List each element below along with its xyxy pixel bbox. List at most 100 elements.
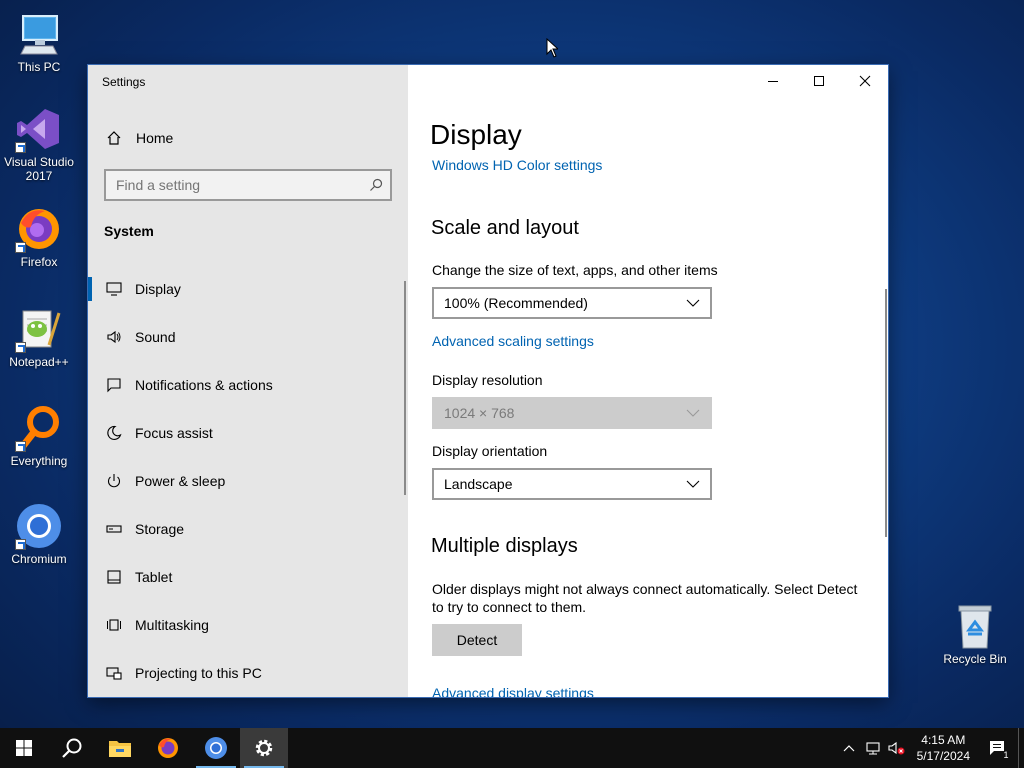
resolution-label: Display resolution <box>432 372 543 388</box>
action-center-button[interactable]: 1 <box>978 728 1018 768</box>
show-desktop-button[interactable] <box>1018 728 1024 768</box>
caption-buttons <box>750 65 888 97</box>
sidebar-nav: Display Sound Notifications & actions Fo… <box>88 265 408 697</box>
orientation-value: Landscape <box>444 476 513 492</box>
scale-label: Change the size of text, apps, and other… <box>432 262 718 278</box>
close-button[interactable] <box>842 65 888 97</box>
taskbar-search-button[interactable] <box>48 728 96 768</box>
chevron-down-icon <box>686 299 700 307</box>
taskbar-clock[interactable]: 4:15 AM 5/17/2024 <box>917 732 970 764</box>
sidebar-item-notifications[interactable]: Notifications & actions <box>88 361 408 409</box>
desktop-icon-firefox[interactable]: Firefox <box>0 205 78 269</box>
sidebar-item-label: Display <box>135 281 181 297</box>
sidebar-item-multitasking[interactable]: Multitasking <box>88 601 408 649</box>
desktop-icon-notepadpp[interactable]: Notepad++ <box>0 305 78 369</box>
volume-muted-icon <box>888 741 905 755</box>
recycle-bin-icon <box>951 602 999 650</box>
chromium-icon <box>205 737 227 759</box>
sidebar-item-label: Projecting to this PC <box>135 665 262 681</box>
sidebar-home[interactable]: Home <box>88 125 408 151</box>
settings-window: Settings Home System Display <box>88 65 888 697</box>
search-icon[interactable] <box>362 178 390 192</box>
gear-icon <box>255 739 273 757</box>
show-hidden-icons-button[interactable] <box>837 728 861 768</box>
settings-sidebar: Settings Home System Display <box>88 65 408 697</box>
tablet-icon <box>103 569 125 585</box>
desktop-icon-chromium[interactable]: Chromium <box>0 502 78 566</box>
detect-button[interactable]: Detect <box>432 624 522 656</box>
taskbar-chromium[interactable] <box>192 728 240 768</box>
home-label: Home <box>136 130 174 146</box>
scale-layout-heading: Scale and layout <box>431 217 579 239</box>
sidebar-item-label: Storage <box>135 521 185 537</box>
advanced-scaling-link[interactable]: Advanced scaling settings <box>432 333 594 349</box>
shortcut-arrow-icon <box>15 539 26 550</box>
sidebar-item-sound[interactable]: Sound <box>88 313 408 361</box>
settings-content: Display Windows HD Color settings Scale … <box>408 65 888 697</box>
system-tray: 4:15 AM 5/17/2024 1 <box>837 728 1024 768</box>
sidebar-item-focus-assist[interactable]: Focus assist <box>88 409 408 457</box>
advanced-display-link[interactable]: Advanced display settings <box>432 685 594 697</box>
sidebar-item-power-sleep[interactable]: Power & sleep <box>88 457 408 505</box>
sidebar-item-display[interactable]: Display <box>88 265 408 313</box>
chevron-down-icon <box>686 480 700 488</box>
storage-icon <box>103 521 125 537</box>
scale-dropdown[interactable]: 100% (Recommended) <box>432 287 712 319</box>
sidebar-item-label: Focus assist <box>135 425 213 441</box>
search-box[interactable] <box>104 169 392 201</box>
multiple-displays-heading: Multiple displays <box>431 535 578 557</box>
folder-icon <box>109 741 131 757</box>
shortcut-arrow-icon <box>15 342 26 353</box>
sidebar-group-title: System <box>104 223 154 239</box>
sidebar-item-storage[interactable]: Storage <box>88 505 408 553</box>
projecting-icon <box>103 665 125 681</box>
desktop-icon-visual-studio[interactable]: Visual Studio 2017 <box>0 105 78 183</box>
desktop-icon-this-pc[interactable]: This PC <box>0 10 78 74</box>
resolution-value: 1024 × 768 <box>444 405 515 421</box>
network-icon <box>866 742 880 755</box>
taskbar-file-explorer[interactable] <box>96 728 144 768</box>
volume-button[interactable] <box>885 728 909 768</box>
windows-logo-icon <box>16 740 32 756</box>
taskbar: 4:15 AM 5/17/2024 1 <box>0 728 1024 768</box>
start-button[interactable] <box>0 728 48 768</box>
home-icon <box>104 130 124 146</box>
sidebar-item-label: Tablet <box>135 569 173 585</box>
firefox-icon <box>15 205 63 253</box>
search-icon <box>62 738 82 758</box>
shortcut-arrow-icon <box>15 441 26 452</box>
content-scrollbar[interactable] <box>885 289 887 537</box>
taskbar-firefox[interactable] <box>144 728 192 768</box>
minimize-button[interactable] <box>750 65 796 97</box>
sidebar-item-label: Multitasking <box>135 617 209 633</box>
sidebar-item-tablet[interactable]: Tablet <box>88 553 408 601</box>
window-title: Settings <box>102 75 146 89</box>
shortcut-arrow-icon <box>15 142 26 153</box>
sidebar-item-projecting[interactable]: Projecting to this PC <box>88 649 408 697</box>
chevron-down-icon <box>686 409 700 417</box>
chevron-up-icon <box>843 745 855 752</box>
hd-color-link[interactable]: Windows HD Color settings <box>432 157 602 173</box>
search-input[interactable] <box>106 171 362 199</box>
desktop-icon-label: Notepad++ <box>9 355 69 369</box>
orientation-dropdown[interactable]: Landscape <box>432 468 712 500</box>
multiple-displays-description: Older displays might not always connect … <box>432 581 858 615</box>
this-pc-icon <box>15 10 63 58</box>
desktop-icon-everything[interactable]: Everything <box>0 404 78 468</box>
taskbar-settings[interactable] <box>240 728 288 768</box>
scale-value: 100% (Recommended) <box>444 295 588 311</box>
clock-date: 5/17/2024 <box>916 749 970 763</box>
desktop-icon-recycle-bin[interactable]: Recycle Bin <box>936 602 1014 666</box>
desktop-icon-label: Firefox <box>20 255 58 269</box>
resolution-dropdown: 1024 × 768 <box>432 397 712 429</box>
maximize-button[interactable] <box>796 65 842 97</box>
page-title: Display <box>430 119 522 150</box>
moon-icon <box>103 425 125 441</box>
maximize-icon <box>814 76 824 86</box>
power-icon <box>103 473 125 489</box>
notification-icon <box>103 377 125 393</box>
sidebar-scrollbar[interactable] <box>404 281 406 495</box>
notepadpp-icon <box>15 305 63 353</box>
firefox-icon <box>158 738 178 758</box>
network-button[interactable] <box>861 728 885 768</box>
